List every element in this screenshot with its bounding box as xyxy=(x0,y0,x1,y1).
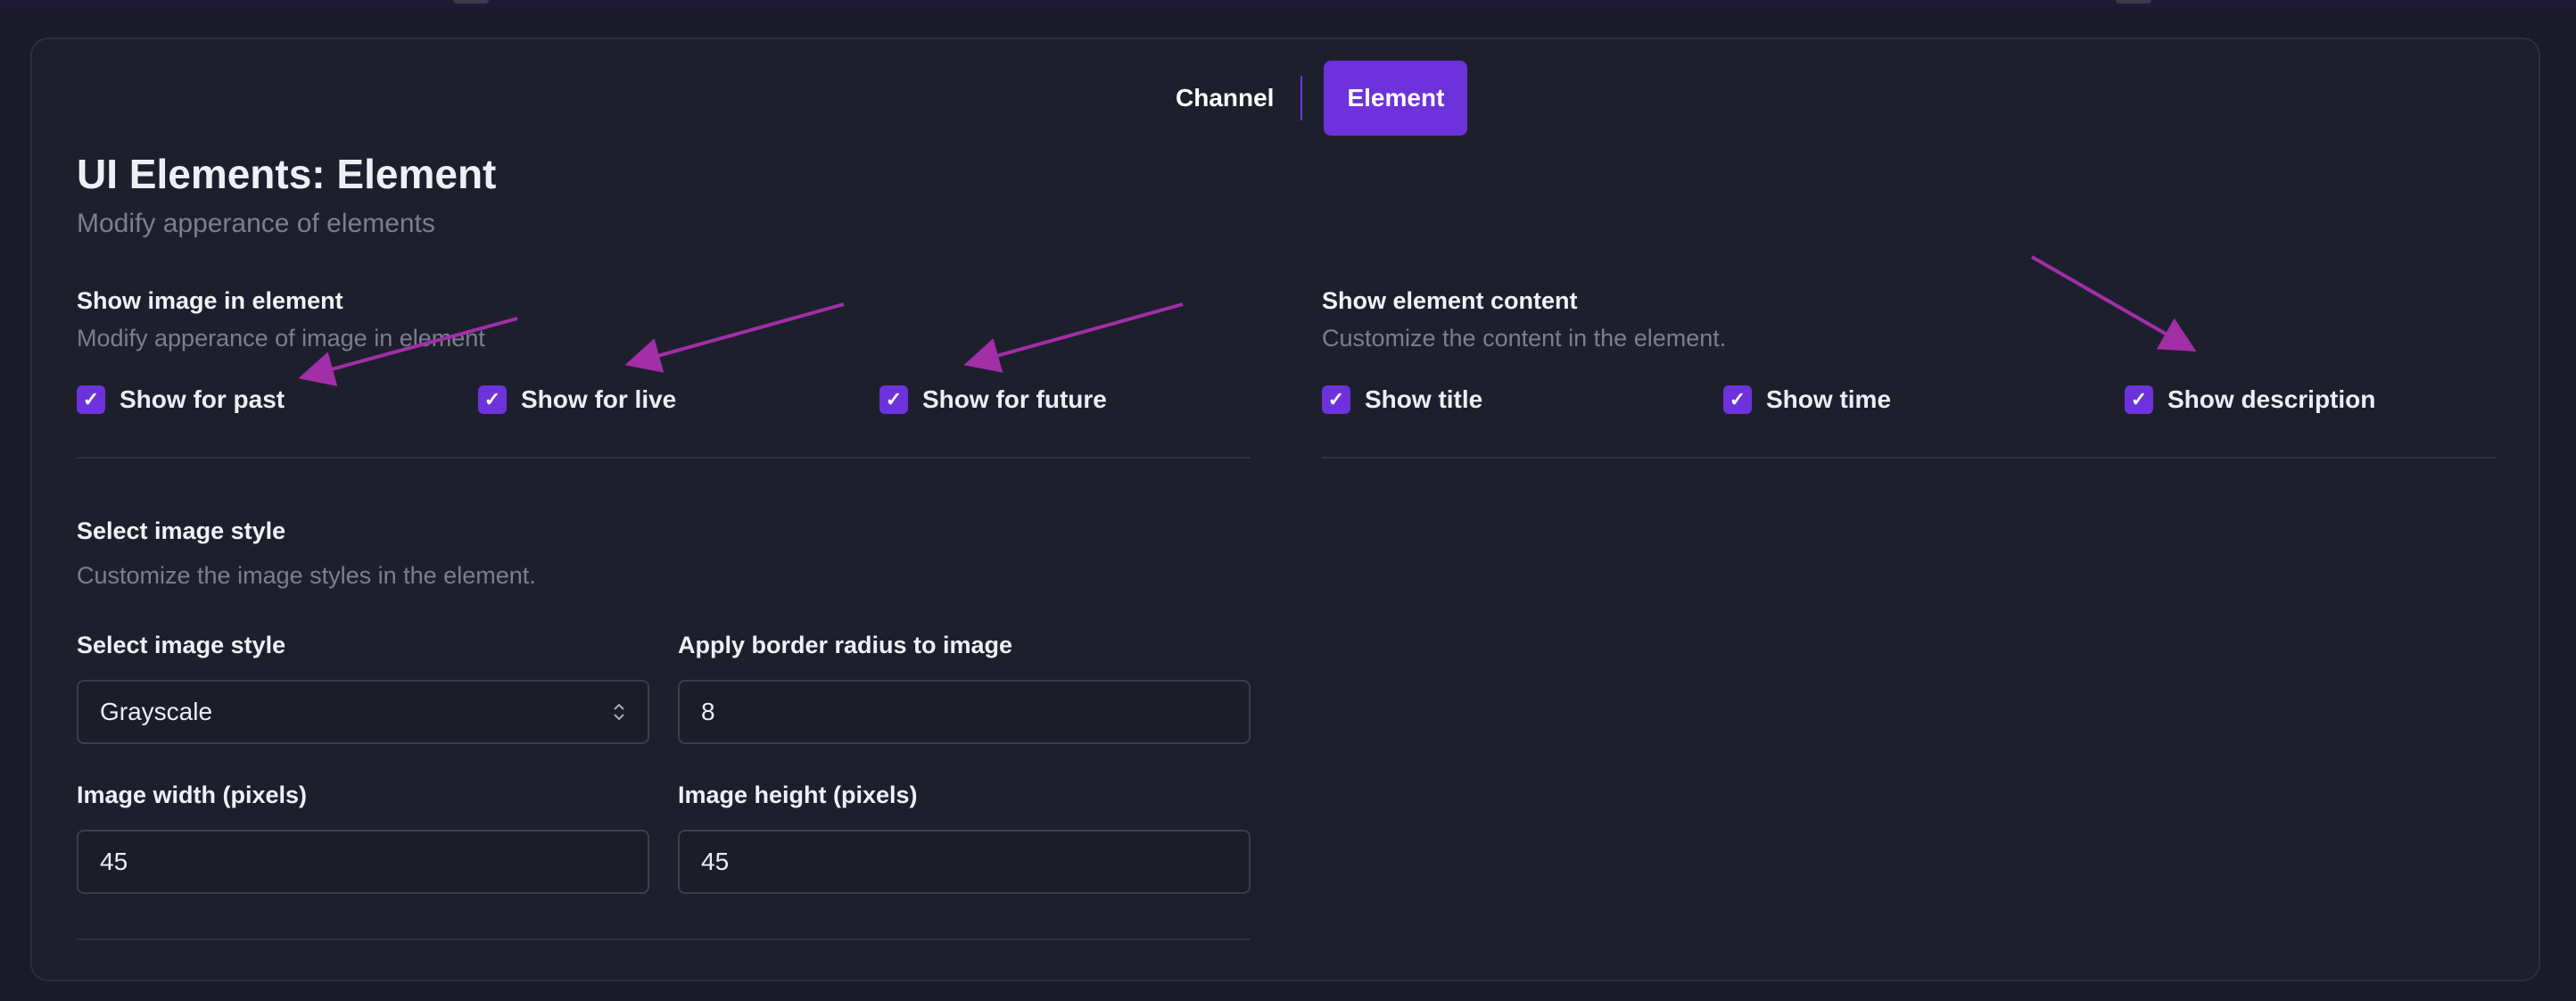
checkbox-checked-icon[interactable]: ✓ xyxy=(478,385,507,414)
checkbox-label: Show for future xyxy=(922,385,1107,413)
checkbox-checked-icon[interactable]: ✓ xyxy=(879,385,908,414)
page-title: UI Elements: Element xyxy=(77,151,497,197)
border-radius-input[interactable]: 8 xyxy=(678,680,1251,744)
checkbox-label: Show time xyxy=(1766,385,1892,413)
style-section-title: Select image style xyxy=(77,517,286,544)
border-radius-value: 8 xyxy=(701,698,715,725)
image-height-input[interactable]: 45 xyxy=(678,830,1251,894)
checkbox-show-for-live[interactable]: ✓ Show for live xyxy=(478,385,676,414)
tab-element[interactable]: Element xyxy=(1324,61,1468,136)
cropped-header-icon xyxy=(453,0,489,4)
top-strip xyxy=(0,0,2576,12)
image-height-label: Image height (pixels) xyxy=(678,782,918,808)
content-section-title: Show element content xyxy=(1322,287,1578,314)
image-width-input[interactable]: 45 xyxy=(77,830,649,894)
chevron-up-down-icon xyxy=(612,699,626,724)
image-section-subtitle: Modify apperance of image in element xyxy=(77,325,485,352)
image-width-label: Image width (pixels) xyxy=(77,782,308,808)
image-style-value: Grayscale xyxy=(100,698,213,725)
image-style-select[interactable]: Grayscale xyxy=(77,680,649,744)
checkbox-label: Show for live xyxy=(521,385,677,413)
checkbox-show-for-past[interactable]: ✓ Show for past xyxy=(77,385,285,414)
image-style-label: Select image style xyxy=(77,632,286,658)
tab-bar: Channel Element xyxy=(1149,61,1468,136)
checkbox-label: Show description xyxy=(2167,385,2376,413)
checkbox-checked-icon[interactable]: ✓ xyxy=(1723,385,1752,414)
checkbox-checked-icon[interactable]: ✓ xyxy=(1322,385,1350,414)
checkbox-checked-icon[interactable]: ✓ xyxy=(77,385,105,414)
checkbox-show-for-future[interactable]: ✓ Show for future xyxy=(879,385,1107,414)
checkbox-show-time[interactable]: ✓ Show time xyxy=(1723,385,1891,414)
image-width-value: 45 xyxy=(100,848,128,875)
image-section-title: Show image in element xyxy=(77,287,343,314)
tab-channel[interactable]: Channel xyxy=(1149,61,1300,136)
tab-divider xyxy=(1300,76,1303,120)
content-section-subtitle: Customize the content in the element. xyxy=(1322,325,1727,352)
image-height-value: 45 xyxy=(701,848,730,875)
border-radius-label: Apply border radius to image xyxy=(678,632,1013,658)
checkbox-label: Show for past xyxy=(120,385,285,413)
section-divider xyxy=(77,457,1251,459)
cropped-header-icon xyxy=(2116,0,2151,4)
checkbox-label: Show title xyxy=(1365,385,1483,413)
element-settings-panel: Channel Element UI Elements: Element Mod… xyxy=(30,37,2540,981)
page-subtitle: Modify apperance of elements xyxy=(77,209,435,238)
checkbox-show-title[interactable]: ✓ Show title xyxy=(1322,385,1482,414)
section-divider xyxy=(77,939,1251,940)
style-section-subtitle: Customize the image styles in the elemen… xyxy=(77,562,536,589)
section-divider xyxy=(1322,457,2496,459)
checkbox-checked-icon[interactable]: ✓ xyxy=(2125,385,2153,414)
checkbox-show-description[interactable]: ✓ Show description xyxy=(2125,385,2375,414)
